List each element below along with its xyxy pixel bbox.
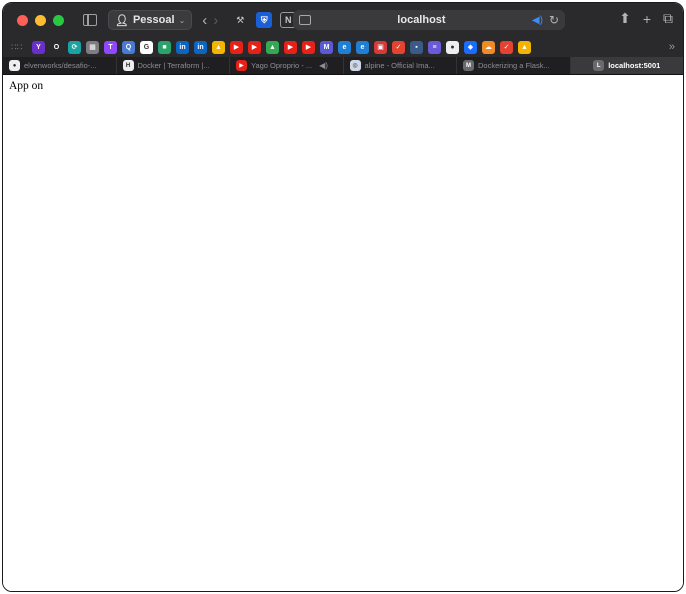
zoom-window-button[interactable] [53,14,64,26]
tab-3[interactable]: ▶ Yago Oproprio - ... ◀) [230,57,344,74]
tab-4[interactable]: ◎ alpine - Official Ima... [344,57,457,74]
linkedin-icon-2[interactable]: in [194,40,207,54]
tab-bar: ● elvenworks/desafio-... H Docker | Terrafo… [3,57,683,75]
profile-label: Pessoal [132,14,175,26]
minimize-window-button[interactable] [35,14,46,26]
share-icon[interactable]: ⬆︎ [619,10,631,27]
back-button[interactable]: ‹ [202,12,207,29]
google-icon[interactable]: G [140,40,153,54]
tab-label: alpine - Official Ima... [364,61,435,70]
tab-overview-icon[interactable]: ⧉ [663,10,673,27]
todoist-icon[interactable]: ✓ [392,40,405,54]
todoist-icon-2[interactable]: ✓ [500,40,513,54]
tab-label: Docker | Terraform |... [137,61,210,70]
tab-label: elvenworks/desafio-... [24,61,97,70]
window-controls [17,14,64,26]
page-content: App on [3,75,683,591]
extensions: ⚒ ⛨ N [232,12,297,28]
youtube-icon-4[interactable]: ▶ [302,40,315,54]
letter-l-icon: L [593,60,605,71]
edge-icon[interactable]: e [338,40,351,54]
drive-icon[interactable]: ▲ [212,40,225,54]
hub-icon[interactable]: ⟳ [68,40,81,54]
profile-button[interactable]: 👤︎ Pessoal ⌄ [108,10,193,30]
docker-icon: ◎ [349,60,361,71]
tab-label: Yago Oproprio - ... [251,61,313,70]
medium-icon: M [463,60,474,71]
youtube-icon[interactable]: ▶ [230,40,243,54]
list-icon[interactable]: ≡ [428,40,441,54]
youtube-icon-2[interactable]: ▶ [248,40,261,54]
tab-label: Dockerizing a Flask... [478,61,550,70]
bitwarden-extension-icon[interactable]: ⛨ [256,12,273,28]
reader-icon[interactable] [299,15,311,25]
person-icon: 👤︎ [115,14,129,27]
browser-window: 👤︎ Pessoal ⌄ ‹ › ⚒ ⛨ N localhost ◀) ↻ ⬆︎… [2,2,684,592]
forward-button[interactable]: › [213,12,218,29]
drive-icon-3[interactable]: ▲ [518,40,531,54]
address-url[interactable]: localhost [311,14,532,26]
green-square-icon[interactable]: ■ [158,40,171,54]
edge-icon-2[interactable]: e [356,40,369,54]
github-icon[interactable]: ● [446,40,459,54]
m-icon[interactable]: M [320,40,333,54]
tab-label: localhost:5001 [608,61,661,70]
hammer-extension-icon[interactable]: ⚒ [232,12,248,28]
new-tab-icon[interactable]: + [643,11,651,27]
youtube-icon: ▶ [236,60,247,71]
sidebar-toggle-button[interactable] [80,10,100,30]
calendar-icon[interactable]: ▦ [86,40,99,54]
tab-2[interactable]: H Docker | Terraform |... [117,57,230,74]
chevron-down-icon: ⌄ [178,15,186,25]
grid-icon[interactable]: ▪ [410,40,423,54]
search-q-icon[interactable]: Q [122,40,135,54]
favorites-grid-icon[interactable]: ∷∷ [11,42,22,53]
dropbox-icon[interactable]: ◆ [464,40,477,54]
linkedin-icon[interactable]: in [176,40,189,54]
right-tools: ⬆︎ + ⧉ [619,10,673,27]
sidebar-icon [83,14,97,26]
toolbar: 👤︎ Pessoal ⌄ ‹ › ⚒ ⛨ N localhost ◀) ↻ ⬆︎… [3,3,683,37]
twitch-icon[interactable]: T [104,40,117,54]
navigation: ‹ › [202,12,218,29]
page-text: App on [9,80,44,92]
reload-icon[interactable]: ↻ [549,13,559,27]
drive-icon-2[interactable]: ▲ [266,40,279,54]
speaker-icon[interactable]: ◀) [532,15,543,26]
close-window-button[interactable] [17,14,28,26]
youtube-icon-3[interactable]: ▶ [284,40,297,54]
cloud-icon[interactable]: ☁ [482,40,495,54]
favorites-bar: ∷∷ Y O ⟳ ▦ T Q G ■ in in ▲ ▶ ▶ ▲ ▶ ▶ Me e ▣ ✓ ▪ ≡ ● ◆ ☁ ✓ ▲ » [3,37,683,57]
terraform-icon: H [122,60,134,71]
red-square-icon[interactable]: ▣ [374,40,387,54]
more-favorites-icon[interactable]: » [669,41,675,53]
github-icon: ● [9,60,20,71]
tab-6[interactable]: Llocalhost:5001 [570,57,683,74]
address-bar[interactable]: localhost ◀) ↻ [293,10,565,30]
circle-o-icon[interactable]: O [50,40,63,54]
tab-1[interactable]: ● elvenworks/desafio-... [3,57,117,74]
yahoo-icon[interactable]: Y [32,40,45,54]
tab-audio-icon[interactable]: ◀) [319,61,328,70]
tab-5[interactable]: M Dockerizing a Flask... [457,57,571,74]
